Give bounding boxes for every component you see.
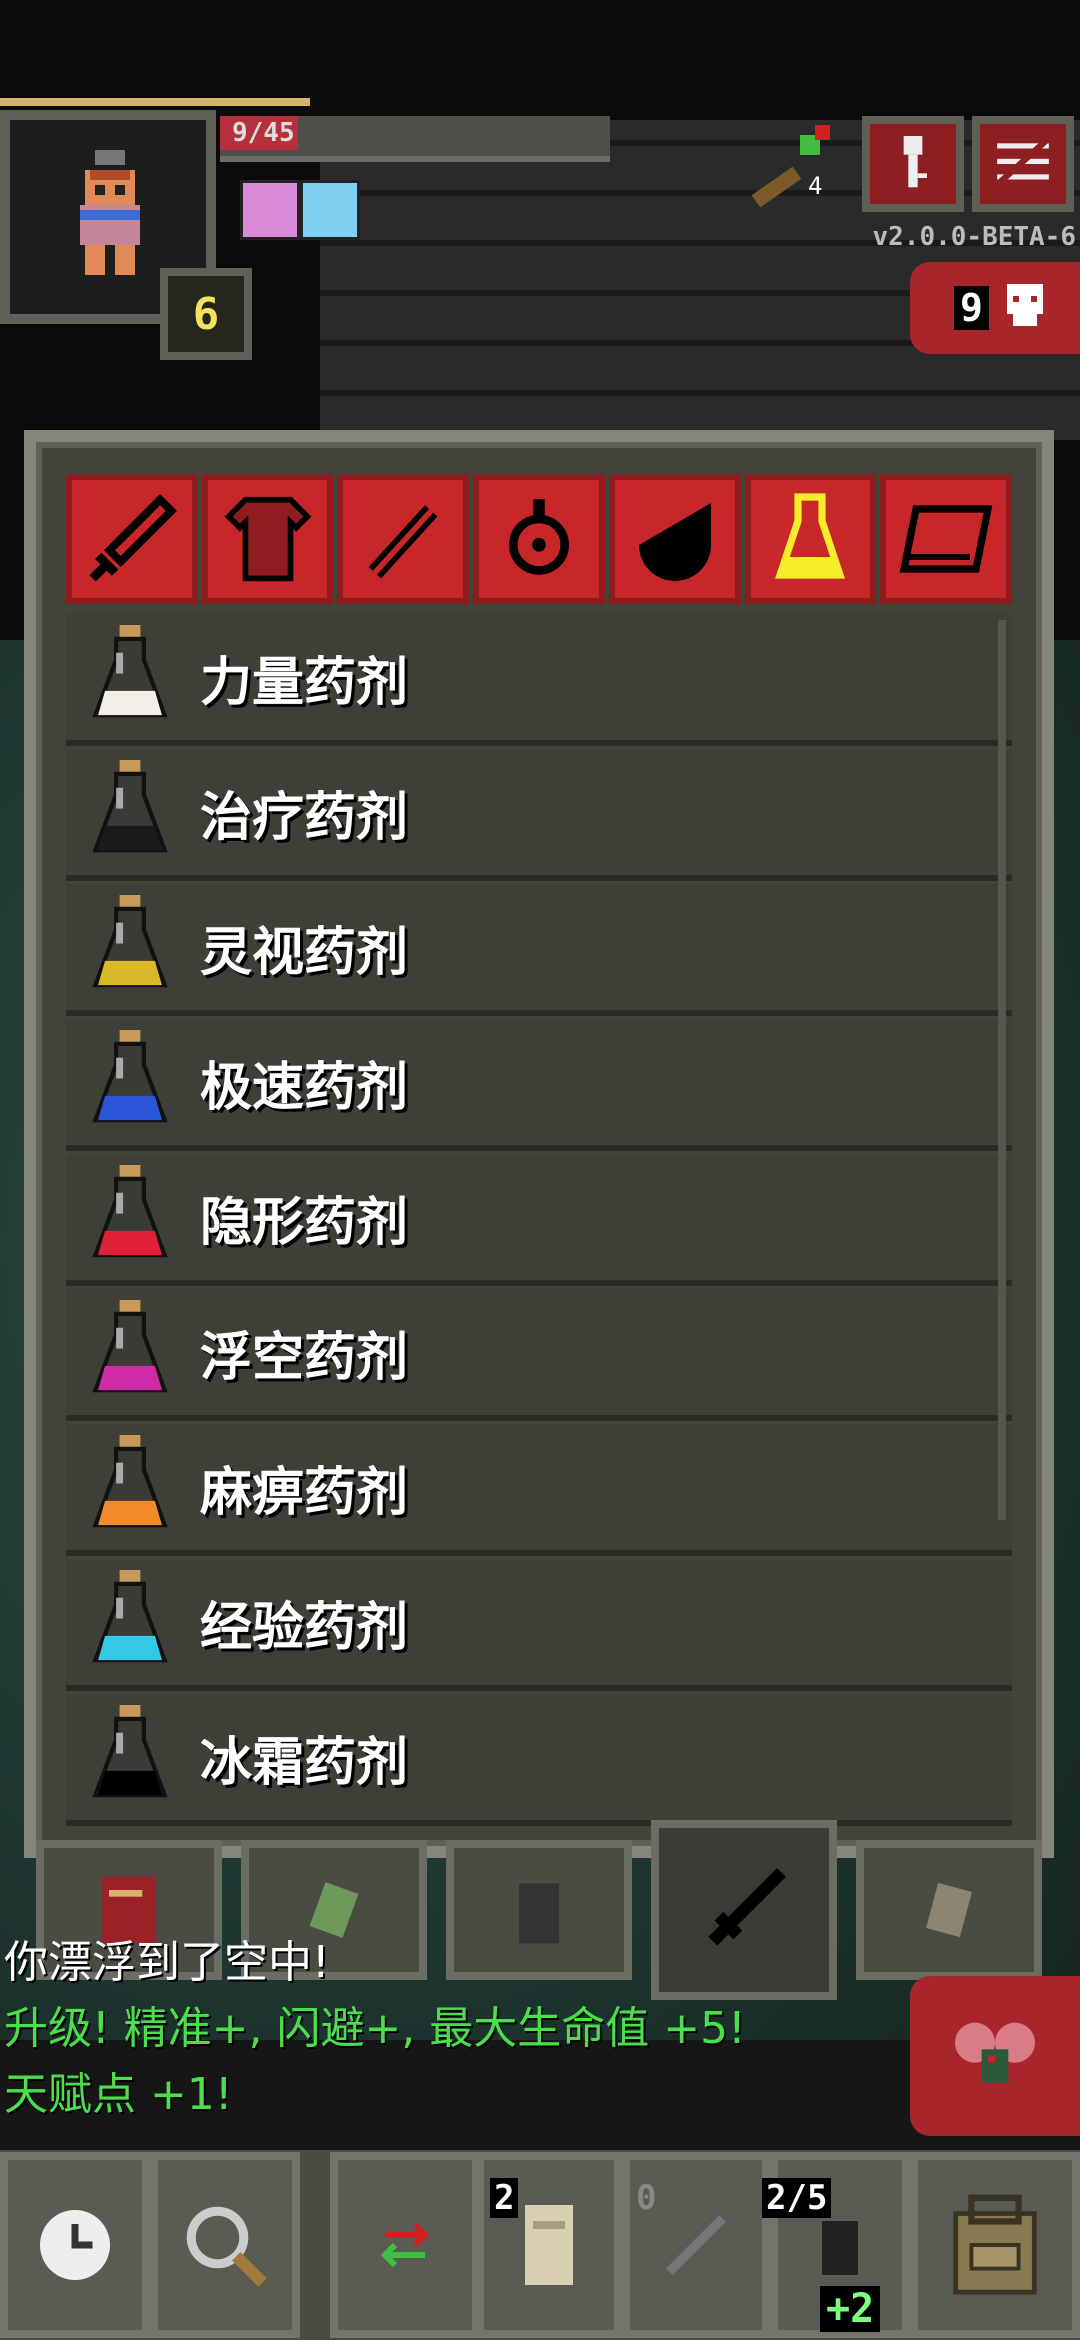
potion-flask-icon bbox=[80, 1162, 180, 1272]
tab-scrolls[interactable] bbox=[880, 474, 1013, 604]
quickslot-dart-icon[interactable] bbox=[740, 120, 840, 210]
tab-wands[interactable] bbox=[337, 474, 470, 604]
potion-flask-icon bbox=[80, 1297, 180, 1407]
health-text: 9/45 bbox=[232, 118, 295, 148]
ring-icon bbox=[509, 499, 570, 575]
menu-icon bbox=[995, 136, 1051, 187]
buff-mind-vision-icon[interactable] bbox=[300, 180, 360, 240]
potion-flask-icon bbox=[80, 1027, 180, 1137]
potion-list-item[interactable]: 治疗药剂 bbox=[66, 749, 1012, 881]
potion-list-item[interactable]: 经验药剂 bbox=[66, 1559, 1012, 1691]
quickslot-3-bonus: +2 bbox=[820, 2286, 881, 2332]
potion-list-item[interactable]: 隐形药剂 bbox=[66, 1154, 1012, 1286]
tab-weapons[interactable] bbox=[66, 474, 198, 604]
potion-flask-icon bbox=[80, 622, 180, 732]
potion-name: 浮空药剂 bbox=[200, 1327, 409, 1388]
search-button[interactable] bbox=[150, 2152, 300, 2338]
quickslot-count: 4 bbox=[808, 172, 823, 200]
version-label: v2.0.0-BETA-6 bbox=[872, 222, 1077, 252]
danger-count: 9 bbox=[954, 286, 989, 330]
hero-sprite-icon bbox=[80, 150, 140, 275]
experience-bar bbox=[0, 98, 310, 106]
potion-name: 灵视药剂 bbox=[200, 922, 409, 983]
dart-icon bbox=[666, 2215, 726, 2275]
quickslot-1-count: 2 bbox=[490, 2178, 519, 2218]
tab-rings[interactable] bbox=[473, 474, 605, 604]
potion-list-item[interactable]: 力量药剂 bbox=[66, 614, 1012, 746]
hero-level-badge: 6 bbox=[160, 268, 252, 360]
catalog-tabs bbox=[66, 474, 1013, 604]
danger-indicator[interactable]: 9 bbox=[910, 262, 1080, 354]
potion-name: 经验药剂 bbox=[200, 1597, 409, 1658]
potion-list-item[interactable]: 麻痹药剂 bbox=[66, 1424, 1012, 1556]
attack-target-button[interactable] bbox=[910, 1976, 1080, 2136]
journal-button[interactable] bbox=[862, 116, 964, 212]
clock-icon bbox=[40, 2210, 110, 2280]
potion-flask-icon bbox=[80, 892, 180, 1002]
potion-flask-icon bbox=[80, 757, 180, 867]
log-line: 升级! 精准+, 闪避+, 最大生命值 +5! bbox=[4, 2003, 746, 2054]
potion-flask-icon bbox=[80, 1432, 180, 1542]
magnifier-icon bbox=[186, 2206, 267, 2287]
potion-list-item[interactable]: 极速药剂 bbox=[66, 1019, 1012, 1151]
enemy-fly-icon bbox=[955, 2022, 1035, 2083]
potion-list-item[interactable]: 灵视药剂 bbox=[66, 884, 1012, 1016]
swap-quickslot-button[interactable] bbox=[330, 2152, 480, 2338]
log-line: 你漂浮到了空中! bbox=[4, 1937, 330, 1988]
tab-armor[interactable] bbox=[201, 474, 334, 604]
menu-button[interactable] bbox=[972, 116, 1074, 212]
quickslot-3-count: 2/5 bbox=[762, 2178, 832, 2218]
potion-list-item[interactable]: 冰霜药剂 bbox=[66, 1694, 1012, 1826]
artifact-icon bbox=[638, 503, 711, 581]
potion-name: 极速药剂 bbox=[200, 1057, 409, 1118]
quickslot-2-count: 0 bbox=[636, 2178, 657, 2218]
potion-icon bbox=[775, 493, 846, 579]
sword-icon bbox=[89, 494, 177, 582]
potion-name: 冰霜药剂 bbox=[200, 1732, 409, 1793]
scroll-holder-icon bbox=[926, 1882, 972, 1938]
buff-levitation-icon[interactable] bbox=[240, 180, 300, 240]
potion-list-item[interactable]: 浮空药剂 bbox=[66, 1289, 1012, 1421]
backpack-button[interactable] bbox=[910, 2152, 1080, 2338]
scroll-icon bbox=[899, 505, 993, 573]
skull-icon bbox=[1006, 284, 1043, 326]
wand-icon bbox=[368, 505, 438, 579]
potion-flask-icon bbox=[80, 1567, 180, 1677]
potion-flask-icon bbox=[80, 1702, 180, 1812]
potion-name: 隐形药剂 bbox=[200, 1192, 409, 1253]
armor-icon bbox=[224, 496, 311, 582]
wait-button[interactable] bbox=[0, 2152, 150, 2338]
swap-icon bbox=[380, 2222, 430, 2268]
game-log: 你漂浮到了空中! 升级! 精准+, 闪避+, 最大生命值 +5! 天赋点 +1! bbox=[4, 1930, 746, 2128]
log-line: 天赋点 +1! bbox=[4, 2069, 233, 2120]
key-icon bbox=[903, 136, 927, 188]
backpack-icon bbox=[953, 2194, 1037, 2295]
potion-name: 治疗药剂 bbox=[200, 787, 409, 848]
bag-tab-scroll-holder[interactable] bbox=[856, 1840, 1042, 1980]
list-scrollbar[interactable] bbox=[998, 620, 1006, 1520]
tab-potions[interactable] bbox=[744, 474, 877, 604]
tab-artifacts[interactable] bbox=[608, 474, 741, 604]
potion-list: 力量药剂治疗药剂灵视药剂极速药剂隐形药剂浮空药剂麻痹药剂经验药剂冰霜药剂 bbox=[66, 614, 1012, 1844]
potion-name: 麻痹药剂 bbox=[200, 1462, 409, 1523]
potion-name: 力量药剂 bbox=[200, 652, 409, 713]
scroll-icon bbox=[525, 2205, 573, 2285]
